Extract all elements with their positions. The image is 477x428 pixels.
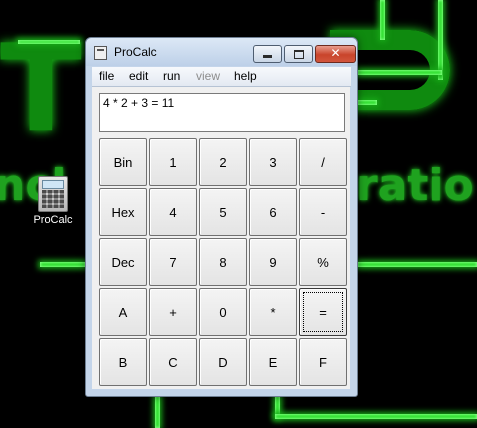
key-e[interactable]: E [249,338,297,386]
menu-edit[interactable]: edit [129,69,148,83]
key-1[interactable]: 1 [149,138,197,186]
app-icon[interactable] [94,46,107,60]
key-hex[interactable]: Hex [99,188,147,236]
key-dec[interactable]: Dec [99,238,147,286]
key-5[interactable]: 5 [199,188,247,236]
desktop-icon-label: ProCalc [33,214,73,226]
menu-view[interactable]: view [196,69,220,83]
wallpaper-circuit-line [357,70,442,75]
key-d[interactable]: D [199,338,247,386]
wallpaper-circuit-line [40,262,86,267]
key-2[interactable]: 2 [199,138,247,186]
calculator-display[interactable]: 4 * 2 + 3 = 11 [99,93,345,132]
key-bin[interactable]: Bin [99,138,147,186]
window-title: ProCalc [114,45,157,59]
procalc-window: ProCalc ✕ file edit run view help 4 * 2 … [85,37,358,397]
display-text: 4 * 2 + 3 = 11 [103,96,175,110]
wallpaper-circuit-line [155,395,160,428]
wallpaper-circuit-line [275,414,477,419]
minimize-icon [254,46,281,62]
key-b[interactable]: B [99,338,147,386]
key-3[interactable]: 3 [249,138,297,186]
key-subtract[interactable]: - [299,188,347,236]
key-c[interactable]: C [149,338,197,386]
menu-file[interactable]: file [99,69,114,83]
calculator-body: 4 * 2 + 3 = 11 Bin 1 2 3 / Hex 4 5 6 - D… [92,87,350,389]
wallpaper-circuit-line [357,100,377,105]
key-7[interactable]: 7 [149,238,197,286]
wallpaper-circuit-line [438,0,443,80]
key-4[interactable]: 4 [149,188,197,236]
maximize-button[interactable] [284,45,313,63]
key-add[interactable]: + [149,288,197,336]
key-6[interactable]: 6 [249,188,297,236]
menu-bar: file edit run view help [92,67,351,87]
title-bar[interactable]: ProCalc ✕ [86,38,357,66]
key-a[interactable]: A [99,288,147,336]
menu-run[interactable]: run [163,69,180,83]
key-f[interactable]: F [299,338,347,386]
wallpaper-circuit-line [357,262,477,267]
wallpaper-logo-letters: T [0,20,82,159]
close-button[interactable]: ✕ [315,45,356,63]
key-9[interactable]: 9 [249,238,297,286]
desktop-icon-procalc[interactable]: ProCalc [28,176,78,226]
wallpaper-circuit-line [380,0,385,40]
key-divide[interactable]: / [299,138,347,186]
close-icon: ✕ [330,46,341,60]
wallpaper-word-right: ratio [356,160,474,211]
menu-help[interactable]: help [234,69,257,83]
key-equals[interactable]: = [299,288,347,336]
maximize-icon [285,46,312,62]
minimize-button[interactable] [253,45,282,63]
calculator-icon [38,176,68,212]
wallpaper-circuit-line [18,40,80,44]
key-multiply[interactable]: * [249,288,297,336]
key-percent[interactable]: % [299,238,347,286]
keypad: Bin 1 2 3 / Hex 4 5 6 - Dec 7 8 9 % A + … [98,137,348,387]
key-8[interactable]: 8 [199,238,247,286]
key-0[interactable]: 0 [199,288,247,336]
